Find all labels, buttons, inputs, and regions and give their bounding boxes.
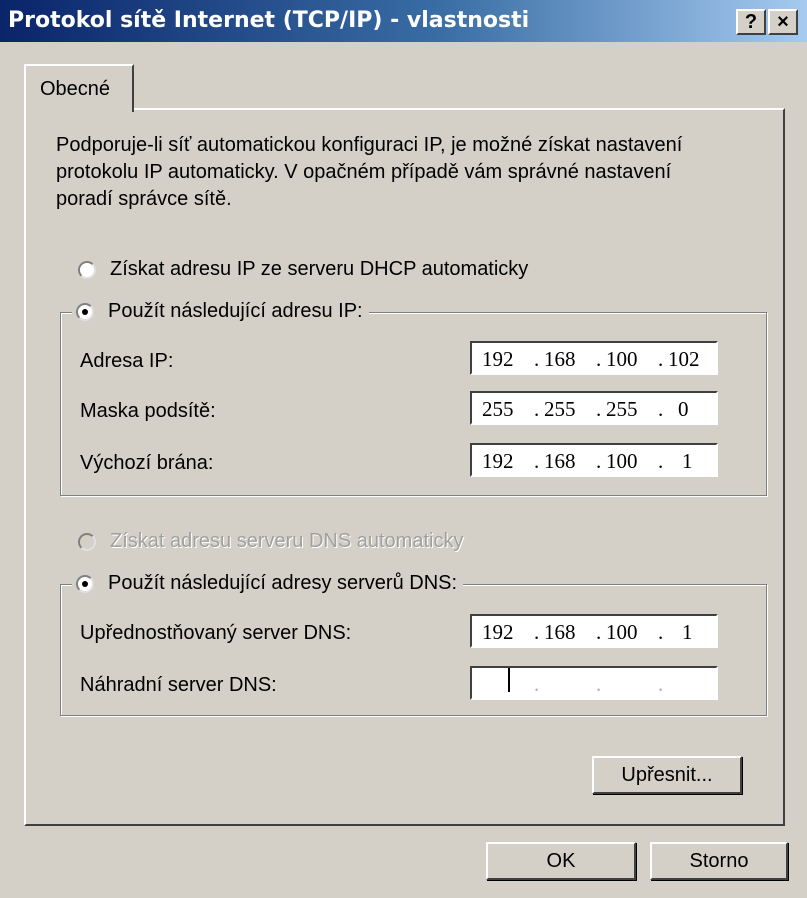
intro-line-2: protokolu IP automaticky. V opačném příp… bbox=[56, 161, 672, 183]
intro-text: Podporuje-li síť automatickou konfigurac… bbox=[56, 132, 766, 213]
octet-dot: . bbox=[596, 620, 602, 644]
subnet-octet-1: 255 bbox=[482, 397, 514, 421]
tab-general-label: Obecné bbox=[40, 78, 111, 100]
tab-general[interactable]: Obecné bbox=[24, 64, 134, 112]
preferred-dns-input[interactable]: 192 . 168 . 100 . 1 bbox=[470, 614, 718, 648]
preferred-dns-label: Upřednostňovaný server DNS: bbox=[80, 622, 352, 644]
subnet-mask-input[interactable]: 255 . 255 . 255 . 0 bbox=[470, 391, 718, 425]
subnet-octet-3: 255 bbox=[606, 397, 638, 421]
gateway-octet-1: 192 bbox=[482, 449, 514, 473]
radio-ip-manual-label: Použít následující adresu IP: bbox=[108, 300, 363, 322]
help-button[interactable]: ? bbox=[736, 9, 766, 35]
default-gateway-label: Výchozí brána: bbox=[80, 452, 214, 474]
pref-dns-octet-2: 168 bbox=[544, 620, 576, 644]
subnet-octet-2: 255 bbox=[544, 397, 576, 421]
radio-ip-manual[interactable]: Použít následující adresu IP: bbox=[72, 300, 369, 323]
radio-dns-auto-circle bbox=[78, 532, 96, 551]
octet-dot: . bbox=[596, 449, 602, 473]
cancel-button[interactable]: Storno bbox=[650, 842, 788, 880]
radio-ip-manual-circle[interactable] bbox=[76, 302, 94, 321]
pref-dns-octet-3: 100 bbox=[606, 620, 638, 644]
intro-line-3: poradí správce sítě. bbox=[56, 188, 232, 210]
radio-dns-manual[interactable]: Použít následující adresy serverů DNS: bbox=[72, 572, 464, 595]
octet-dot: . bbox=[534, 397, 540, 421]
octet-dot: . bbox=[534, 347, 540, 371]
pref-dns-octet-1: 192 bbox=[482, 620, 514, 644]
advanced-button[interactable]: Upřesnit... bbox=[592, 756, 742, 794]
gateway-octet-3: 100 bbox=[606, 449, 638, 473]
close-button[interactable]: × bbox=[768, 9, 798, 35]
ip-address-octet-2: 168 bbox=[544, 347, 576, 371]
title-bar[interactable]: Protokol sítě Internet (TCP/IP) - vlastn… bbox=[0, 0, 807, 42]
intro-line-1: Podporuje-li síť automatickou konfigurac… bbox=[56, 134, 683, 156]
pref-dns-octet-4: 1 bbox=[682, 620, 693, 644]
window-title: Protokol sítě Internet (TCP/IP) - vlastn… bbox=[8, 8, 530, 33]
octet-dot: . bbox=[658, 397, 664, 421]
ip-address-label: Adresa IP: bbox=[80, 350, 174, 372]
subnet-octet-4: 0 bbox=[678, 397, 689, 421]
octet-dot: . bbox=[534, 449, 540, 473]
octet-dot: . bbox=[534, 672, 540, 696]
ip-address-octet-3: 100 bbox=[606, 347, 638, 371]
radio-dns-auto: Získat adresu serveru DNS automaticky bbox=[78, 530, 463, 553]
octet-dot: . bbox=[658, 620, 664, 644]
ok-button[interactable]: OK bbox=[486, 842, 636, 880]
ip-address-input[interactable]: 192 . 168 . 100 . 102 bbox=[470, 341, 718, 375]
octet-dot: . bbox=[658, 449, 664, 473]
radio-dns-manual-circle[interactable] bbox=[76, 574, 94, 593]
text-caret bbox=[508, 668, 510, 692]
ip-address-octet-4: 102 bbox=[668, 347, 700, 371]
default-gateway-input[interactable]: 192 . 168 . 100 . 1 bbox=[470, 443, 718, 477]
radio-ip-auto[interactable]: Získat adresu IP ze serveru DHCP automat… bbox=[78, 258, 528, 281]
gateway-octet-4: 1 bbox=[682, 449, 693, 473]
gateway-octet-2: 168 bbox=[544, 449, 576, 473]
octet-dot: . bbox=[658, 672, 664, 696]
octet-dot: . bbox=[534, 620, 540, 644]
radio-dns-auto-label: Získat adresu serveru DNS automaticky bbox=[110, 530, 464, 552]
octet-dot: . bbox=[596, 672, 602, 696]
tcpip-properties-dialog: Protokol sítě Internet (TCP/IP) - vlastn… bbox=[0, 0, 807, 898]
octet-dot: . bbox=[596, 347, 602, 371]
radio-ip-auto-circle[interactable] bbox=[78, 260, 96, 279]
alternate-dns-label: Náhradní server DNS: bbox=[80, 674, 277, 696]
radio-dns-manual-label: Použít následující adresy serverů DNS: bbox=[108, 572, 458, 594]
ip-address-octet-1: 192 bbox=[482, 347, 514, 371]
radio-ip-auto-label: Získat adresu IP ze serveru DHCP automat… bbox=[110, 258, 529, 280]
octet-dot: . bbox=[658, 347, 664, 371]
octet-dot: . bbox=[596, 397, 602, 421]
subnet-mask-label: Maska podsítě: bbox=[80, 400, 216, 422]
